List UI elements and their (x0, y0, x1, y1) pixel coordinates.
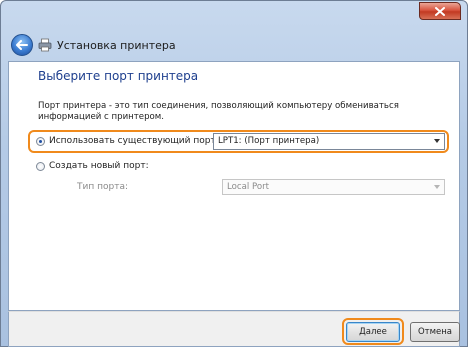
close-button[interactable] (419, 2, 461, 20)
use-existing-port-label[interactable]: Использовать существующий порт: (49, 136, 219, 146)
window-title: Установка принтера (57, 39, 176, 52)
existing-port-select[interactable]: LPT1: (Порт принтера) (213, 133, 445, 150)
page-description: Порт принтера - это тип соединения, позв… (38, 101, 399, 122)
close-icon (435, 6, 445, 16)
create-new-port-label[interactable]: Создать новый порт: (49, 161, 149, 171)
next-button[interactable]: Далее (346, 322, 400, 342)
cancel-button[interactable]: Отмена (410, 322, 460, 342)
wizard-content: Выберите порт принтера Порт принтера - э… (8, 61, 460, 311)
back-button[interactable] (11, 34, 33, 56)
port-type-select[interactable]: Local Port (222, 179, 445, 195)
port-type-label: Тип порта: (77, 182, 128, 192)
printer-icon (38, 38, 52, 52)
port-type-value: Local Port (227, 182, 270, 192)
create-new-port-radio[interactable] (36, 162, 45, 171)
back-arrow-icon (16, 40, 28, 50)
printer-setup-window: Установка принтера Выберите порт принтер… (0, 0, 468, 347)
page-heading: Выберите порт принтера (38, 69, 199, 83)
use-existing-port-radio[interactable] (36, 137, 45, 146)
existing-port-value: LPT1: (Порт принтера) (218, 136, 320, 146)
chevron-down-icon (434, 185, 440, 189)
title-bar: Установка принтера (1, 1, 467, 61)
chevron-down-icon (434, 139, 440, 143)
